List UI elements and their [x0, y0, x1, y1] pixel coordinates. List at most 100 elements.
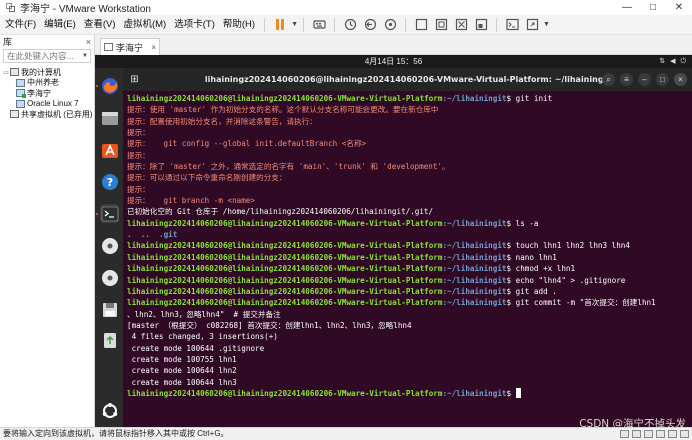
new-tab-icon[interactable]: ⊞	[129, 74, 140, 85]
terminal-line: 提示：配置使用初始分支名，并消除这条警告，请执行：	[127, 116, 689, 127]
hard-disk-icon[interactable]	[620, 430, 629, 438]
terminal-line: 提示：除了 'master' 之外，通常选定的名字有 'main'、'trunk…	[127, 161, 689, 172]
prompt-path: :~/lihainingit	[442, 94, 507, 103]
fullscreen-button[interactable]	[413, 17, 429, 33]
svg-text:?: ?	[106, 176, 112, 189]
console-view-button[interactable]	[504, 17, 520, 33]
running-indicator	[96, 85, 98, 87]
directory-listing: . .. .git	[127, 230, 178, 240]
vmware-logo-icon	[6, 2, 16, 13]
trash-icon[interactable]	[100, 330, 119, 349]
tree-item-shared-vms[interactable]: 共享虚拟机 (已弃用)	[0, 109, 94, 120]
hint-text: 提示：	[127, 184, 150, 194]
revert-snapshot-button[interactable]	[362, 17, 378, 33]
terminal-line: 提示：使用 'master' 作为初始分支的名称。这个默认分支名称可能会更改。要…	[127, 104, 689, 115]
window-controls: — □ ✕	[614, 0, 692, 15]
disc-icon[interactable]	[100, 268, 119, 287]
close-tab-icon[interactable]: ×	[151, 43, 156, 52]
search-placeholder[interactable]: 在此处键入内容...	[4, 50, 80, 62]
terminal-cursor	[515, 387, 521, 398]
ubuntu-dock: ?	[95, 68, 123, 427]
computer-icon	[10, 68, 19, 77]
search-icon[interactable]: ⌕	[602, 73, 615, 86]
ubuntu-logo-icon[interactable]	[100, 401, 119, 420]
toolbar-separator	[303, 17, 305, 32]
command-text: git init	[515, 94, 553, 103]
minimize-button[interactable]: —	[614, 0, 640, 15]
system-status-area[interactable]: ⇅ ◀ ⏻	[659, 55, 686, 68]
terminal-icon[interactable]	[100, 204, 119, 223]
cd-rom-icon[interactable]	[632, 430, 641, 438]
network-adapter-icon[interactable]	[644, 430, 653, 438]
chevron-down-icon[interactable]: ▼	[291, 21, 298, 28]
tab-vm[interactable]: 李海宁 ×	[100, 38, 160, 55]
autofit-guest-button[interactable]	[473, 17, 489, 33]
stretch-icon	[455, 18, 467, 31]
collapse-icon[interactable]: ▭	[2, 69, 10, 76]
terminal-line: 提示：可以通过以下命令重命名刚创建的分支：	[127, 172, 689, 183]
chevron-down-icon[interactable]: ▼	[80, 53, 90, 59]
menu-tabs[interactable]: 选项卡(T)	[170, 15, 219, 35]
save-disk-icon[interactable]	[100, 300, 119, 319]
snapshot-manager-button[interactable]	[382, 17, 398, 33]
volume-icon: ◀	[670, 58, 676, 65]
prompt-symbol: $	[506, 241, 516, 251]
terminal-line: lihainingz202414060206@lihainingz2024140…	[127, 240, 689, 251]
terminal-line: 已初始化空的 Git 仓库于 /home/lihainingz202414060…	[127, 206, 689, 217]
prompt-path: :~/lihainingit	[442, 264, 507, 274]
guest-screen[interactable]: 4月14日 15：56 ⇅ ◀ ⏻ ? ⊞ lihainingz20241406…	[95, 55, 692, 427]
hint-text: 提示：可以通过以下命令重命名刚创建的分支：	[127, 173, 287, 183]
files-icon[interactable]	[100, 108, 119, 127]
hint-text: 提示：配置使用初始分支名，并消除这条警告，请执行：	[127, 116, 317, 126]
console-view-icon	[505, 18, 519, 31]
firefox-icon[interactable]	[100, 76, 119, 95]
unity-button[interactable]	[433, 17, 449, 33]
terminal-line: lihainingz202414060206@lihainingz2024140…	[127, 286, 689, 297]
chevron-down-icon[interactable]: ▼	[543, 21, 550, 28]
usb-icon[interactable]	[656, 430, 665, 438]
help-icon[interactable]: ?	[100, 172, 119, 191]
prompt-path: :~/lihainingit	[442, 241, 507, 251]
library-search-input[interactable]: 在此处键入内容... ▼	[3, 49, 91, 63]
tree-item-label: 中州养老	[27, 78, 59, 88]
app-center-icon[interactable]	[100, 140, 119, 159]
prompt-symbol: $	[506, 286, 516, 296]
maximize-button[interactable]: □	[640, 0, 666, 15]
prompt-path: :~/lihainingit	[442, 252, 507, 262]
pause-button[interactable]	[272, 17, 288, 33]
prompt-symbol: $	[506, 94, 516, 103]
tree-item-vm-active[interactable]: 李海宁	[0, 88, 94, 99]
terminal-output[interactable]: lihainingz202414060206@lihainingz2024140…	[123, 91, 692, 399]
snapshot-manager-icon	[384, 18, 396, 31]
view-mode-button[interactable]	[524, 17, 540, 33]
menu-vm[interactable]: 虚拟机(M)	[119, 15, 170, 35]
close-icon[interactable]: ×	[86, 37, 91, 47]
terminal-window[interactable]: ⊞ lihainingz202414060206@lihainingz20241…	[123, 68, 692, 427]
menu-file[interactable]: 文件(F)	[0, 15, 40, 35]
menu-view[interactable]: 查看(V)	[80, 15, 120, 35]
display-icon[interactable]	[680, 430, 689, 438]
clock[interactable]: 4月14日 15：56	[365, 57, 422, 66]
prompt-user: lihainingz202414060206@lihainingz2024140…	[127, 218, 443, 228]
tree-item-vm[interactable]: Oracle Linux 7	[0, 99, 94, 110]
maximize-icon[interactable]: □	[656, 73, 669, 86]
disc-icon[interactable]	[100, 236, 119, 255]
close-icon[interactable]: ×	[674, 73, 687, 86]
hamburger-menu-icon[interactable]: ≡	[620, 73, 633, 86]
sound-icon[interactable]	[668, 430, 677, 438]
menu-edit[interactable]: 编辑(E)	[40, 15, 80, 35]
toolbar-separator	[264, 17, 266, 32]
take-snapshot-button[interactable]	[342, 17, 358, 33]
tree-item-vm[interactable]: 中州养老	[0, 78, 94, 89]
hint-text: 提示：使用 'master' 作为初始分支的名称。这个默认分支名称可能会更改。要…	[127, 105, 439, 115]
terminal-line: 提示：	[127, 150, 689, 161]
tree-item-my-computer[interactable]: ▭ 我的计算机	[0, 67, 94, 78]
stretch-button[interactable]	[453, 17, 469, 33]
send-ctrl-alt-del-button[interactable]	[311, 17, 327, 33]
menu-help[interactable]: 帮助(H)	[219, 15, 259, 35]
library-header: 库 ×	[0, 35, 94, 48]
command-text: chmod +x lhn1	[515, 264, 576, 274]
close-button[interactable]: ✕	[666, 0, 692, 15]
prompt-path: :~/lihainingit	[442, 388, 507, 398]
minimize-icon[interactable]: –	[638, 73, 651, 86]
